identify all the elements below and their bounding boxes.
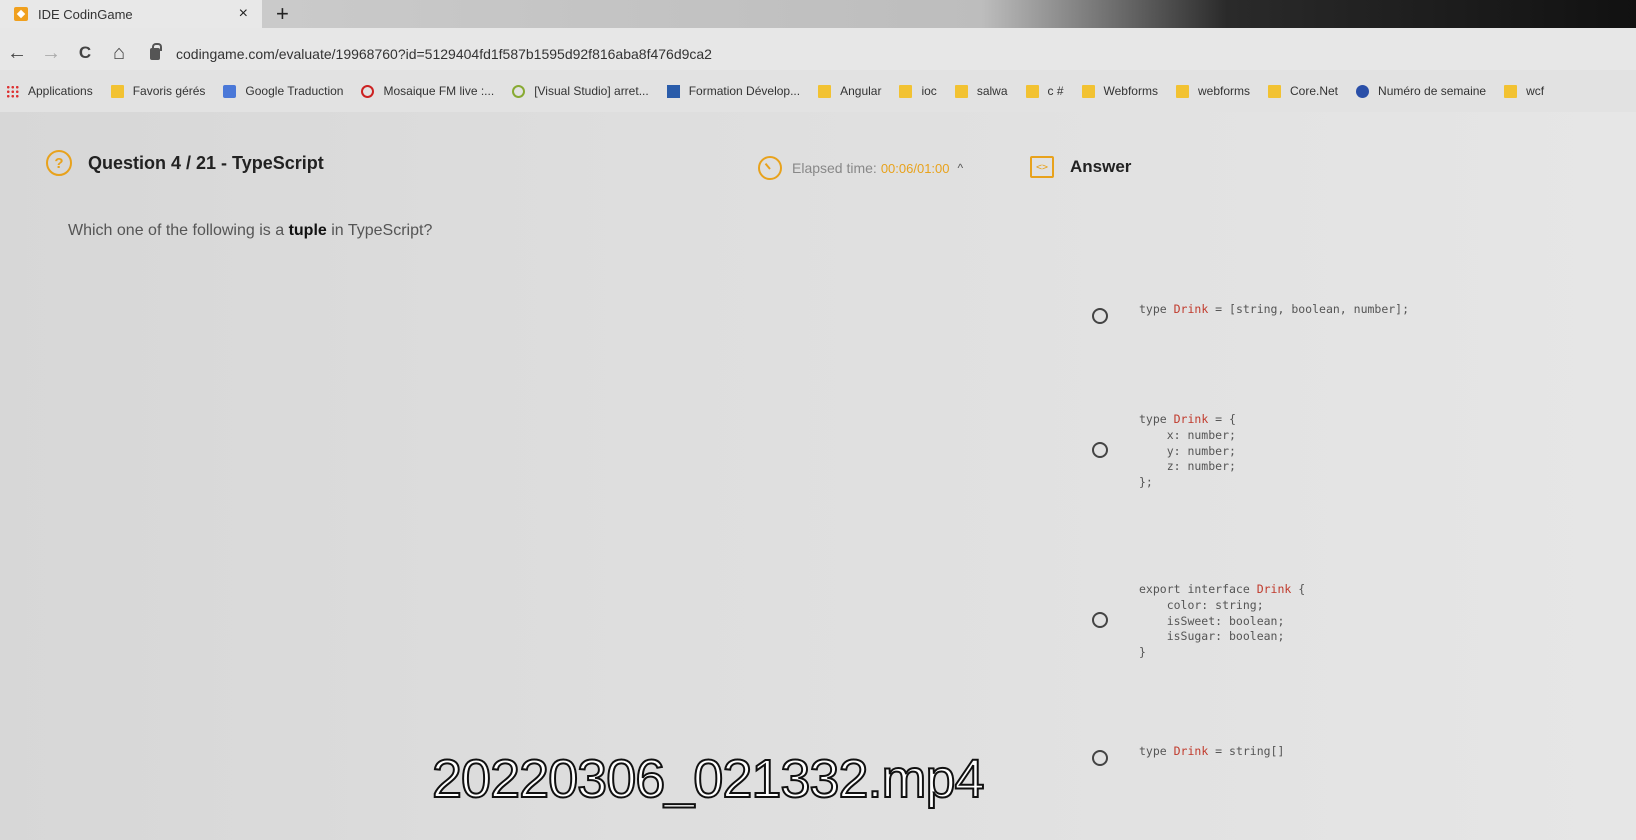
bookmark-label: webforms [1197, 84, 1250, 98]
bookmark-item[interactable]: [Visual Studio] arret... [512, 84, 649, 98]
bookmark-label: c # [1047, 84, 1064, 98]
prompt-text-end: in TypeScript? [331, 222, 433, 239]
formation-icon [666, 84, 680, 98]
code-line: isSugar: boolean; [1139, 629, 1285, 644]
reload-icon[interactable]: C [68, 43, 102, 63]
bookmark-item[interactable]: Applications [6, 84, 93, 98]
code-line: y: number; [1139, 443, 1236, 458]
back-icon[interactable]: ← [0, 42, 34, 65]
bookmark-item[interactable]: Webforms [1081, 84, 1158, 98]
code-line: export interface Drink { [1139, 582, 1306, 596]
stopwatch-icon [758, 156, 782, 180]
bookmark-label: Angular [840, 84, 882, 98]
code-line: type Drink = [string, boolean, number]; [1139, 302, 1410, 316]
bookmark-label: wcf [1526, 84, 1545, 98]
option-code-2: type Drink = { x: number; y: number; z: … [1139, 412, 1236, 491]
bookmark-label: [Visual Studio] arret... [534, 84, 649, 98]
code-line: color: string; [1139, 597, 1264, 612]
bookmark-item[interactable]: Core.Net [1268, 84, 1338, 98]
code-line: type Drink = string[] [1139, 744, 1285, 758]
lock-icon [150, 43, 162, 60]
tab-title: IDE CodinGame [38, 6, 133, 22]
elapsed-timer: Elapsed time: 00:06/01:00 ^ [758, 156, 963, 180]
answer-header: <> Answer [1030, 156, 1131, 178]
bookmark-label: Favoris gérés [132, 84, 206, 98]
code-line: }; [1139, 475, 1153, 490]
video-filename-overlay: 20220306_021332.mp4 [431, 748, 986, 810]
code-line: type Drink = { [1139, 412, 1236, 426]
question-prompt: Which one of the following is a tuple in… [68, 222, 432, 240]
browser-tab[interactable]: IDE CodinGame × [0, 0, 262, 28]
question-header: ? Question 4 / 21 - TypeScript [46, 150, 324, 176]
bookmark-item[interactable]: Favoris gérés [110, 84, 206, 98]
option-code-4: type Drink = string[] [1139, 744, 1284, 760]
bookmark-item[interactable]: Google Traduction [223, 84, 343, 98]
folder-icon [818, 84, 832, 98]
help-icon[interactable]: ? [46, 150, 72, 176]
bookmark-item[interactable]: c # [1025, 84, 1064, 98]
bookmarks-bar: Applications Favoris gérés Google Traducti… [0, 70, 1636, 112]
folder-icon [899, 84, 913, 98]
url-text: codingame.com/evaluate/19968760?id=51294… [176, 46, 712, 62]
bookmark-label: Applications [28, 84, 93, 98]
codingame-favicon-icon [14, 7, 28, 21]
new-tab-button[interactable]: + [276, 1, 289, 27]
code-line: } [1139, 645, 1146, 660]
option-radio-4[interactable] [1092, 750, 1108, 766]
home-icon[interactable]: ⌂ [102, 42, 136, 65]
bookmark-item[interactable]: Formation Dévelop... [666, 84, 801, 98]
bookmark-label: Webforms [1103, 84, 1158, 98]
browser-tab-strip: IDE CodinGame × + [0, 0, 1636, 28]
answer-title: Answer [1070, 157, 1132, 176]
folder-icon [1268, 84, 1281, 98]
translate-icon [223, 84, 237, 98]
option-radio-2[interactable] [1092, 442, 1108, 458]
option-code-3: export interface Drink { color: string; … [1139, 582, 1305, 661]
folder-icon [1175, 84, 1189, 98]
forward-icon[interactable]: → [34, 42, 68, 65]
bookmark-label: ioc [921, 84, 937, 98]
elapsed-value: 00:06/01:00 [880, 160, 950, 176]
folder-icon [110, 84, 124, 98]
code-line: z: number; [1139, 459, 1236, 474]
prompt-keyword: tuple [288, 222, 327, 239]
bookmark-item[interactable]: salwa [954, 84, 1008, 98]
evaluation-page: ? Question 4 / 21 - TypeScript Elapsed t… [0, 112, 1636, 840]
bookmark-item[interactable]: Angular [818, 84, 881, 98]
option-code-1: type Drink = [string, boolean, number]; [1139, 302, 1409, 318]
prompt-text: Which one of the following is a [68, 222, 285, 239]
bookmark-label: Mosaique FM live :... [383, 84, 495, 98]
code-line: isSweet: boolean; [1139, 613, 1285, 628]
option-radio-1[interactable] [1092, 308, 1108, 324]
bookmark-item[interactable]: Numéro de semaine [1356, 84, 1486, 98]
folder-icon [954, 84, 968, 98]
code-icon: <> [1030, 156, 1054, 178]
search-icon [512, 84, 526, 98]
option-radio-3[interactable] [1092, 612, 1108, 628]
mosaique-icon [361, 84, 375, 98]
bookmark-label: Numéro de semaine [1378, 84, 1487, 98]
calendar-icon [1356, 84, 1370, 98]
bookmark-item[interactable]: ioc [899, 84, 937, 98]
bookmark-item[interactable]: Mosaique FM live :... [361, 84, 494, 98]
bookmark-label: Formation Dévelop... [688, 84, 801, 98]
bookmark-label: Core.Net [1290, 84, 1339, 98]
bookmark-label: salwa [976, 84, 1008, 98]
folder-icon [1025, 84, 1039, 98]
chevron-up-icon[interactable]: ^ [958, 161, 964, 175]
code-line: x: number; [1139, 427, 1236, 442]
bookmark-label: Google Traduction [245, 84, 344, 98]
bookmark-item[interactable]: wcf [1504, 84, 1544, 98]
apps-icon [6, 84, 19, 98]
folder-icon [1504, 84, 1518, 98]
bookmark-item[interactable]: webforms [1175, 84, 1250, 98]
address-bar[interactable]: codingame.com/evaluate/19968760?id=51294… [150, 42, 712, 66]
close-tab-icon[interactable]: × [239, 5, 248, 23]
question-title: Question 4 / 21 - TypeScript [88, 152, 324, 173]
folder-icon [1081, 84, 1095, 98]
elapsed-label: Elapsed time: [792, 160, 877, 176]
